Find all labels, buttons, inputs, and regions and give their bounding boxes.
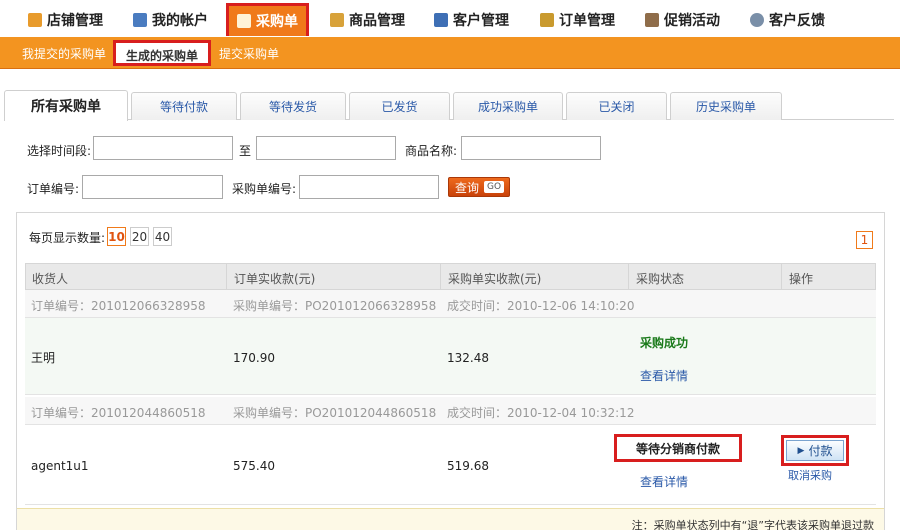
status-tabs: 所有采购单 等待付款 等待发货 已发货 成功采购单 已关闭 历史采购单 <box>4 90 894 121</box>
tab-all[interactable]: 所有采购单 <box>4 90 128 121</box>
start-date-input[interactable] <box>93 136 233 160</box>
pay-button-highlight: ▶ 付款 <box>781 435 849 466</box>
status-success: 采购成功 <box>640 336 689 350</box>
to-label: 至 <box>239 144 252 158</box>
nav-item-goods[interactable]: 商品管理 <box>330 8 405 32</box>
pay-button[interactable]: ▶ 付款 <box>786 440 844 461</box>
page-number[interactable]: 1 <box>856 231 873 249</box>
refund-note: 注：采购单状态列中有“退”字代表该采购单退过款 <box>631 519 874 530</box>
nav-label: 我的帐户 <box>152 13 208 29</box>
perpage-20[interactable]: 20 <box>130 227 149 246</box>
col-order-amount: 订单实收款(元) <box>234 272 316 286</box>
view-detail-link[interactable]: 查看详情 <box>640 367 688 384</box>
product-name-input[interactable] <box>461 136 601 160</box>
receiver: agent1u1 <box>31 459 89 473</box>
go-badge: GO <box>484 181 505 193</box>
nav-label: 店铺管理 <box>47 13 103 29</box>
table-row-meta: 订单编号：201012044860518 采购单编号：PO20101204486… <box>25 397 876 425</box>
goods-icon <box>330 13 344 27</box>
col-divider <box>440 264 441 291</box>
nav-item-customer[interactable]: 客户管理 <box>434 8 509 32</box>
top-nav: 店铺管理 我的帐户 采购单 商品管理 客户管理 订单管理 促销活动 客户反馈 <box>0 0 900 38</box>
po-no-label: 采购单编号: <box>232 182 297 196</box>
perpage-10[interactable]: 10 <box>107 227 126 246</box>
nav-item-purchase-order[interactable]: 采购单 <box>226 3 309 36</box>
purchase-order-icon <box>237 14 251 28</box>
cancel-purchase-link[interactable]: 取消采购 <box>788 467 832 483</box>
note-bar: 注：采购单状态列中有“退”字代表该采购单退过款 <box>17 508 884 530</box>
status-awaiting-payment: 等待分销商付款 <box>614 434 742 462</box>
nav-label: 采购单 <box>256 14 298 30</box>
nav-label: 促销活动 <box>664 13 720 29</box>
nav-item-feedback[interactable]: 客户反馈 <box>750 8 825 32</box>
col-divider <box>226 264 227 291</box>
sub-nav: 我提交的采购单 生成的采购单 提交采购单 <box>0 37 900 69</box>
promotion-icon <box>645 13 659 27</box>
query-button[interactable]: 查询 GO <box>448 177 510 197</box>
col-po-amount: 采购单实收款(元) <box>448 272 542 286</box>
tab-awaiting-shipment[interactable]: 等待发货 <box>240 92 346 120</box>
col-divider <box>781 264 782 291</box>
subnav-my-submitted[interactable]: 我提交的采购单 <box>22 45 106 62</box>
table-row: agent1u1 575.40 519.68 <box>25 425 876 505</box>
order-no: 订单编号：201012066328958 <box>31 299 206 313</box>
nav-label: 客户管理 <box>453 13 509 29</box>
order-no: 订单编号：201012044860518 <box>31 406 206 420</box>
account-icon <box>133 13 147 27</box>
house-icon <box>28 13 42 27</box>
time-range-label: 选择时间段: <box>27 144 92 158</box>
tab-closed[interactable]: 已关闭 <box>566 92 667 120</box>
nav-item-order[interactable]: 订单管理 <box>540 8 615 32</box>
po-amount: 519.68 <box>447 459 489 473</box>
order-no-label: 订单编号: <box>27 182 80 196</box>
subnav-submit[interactable]: 提交采购单 <box>219 45 279 62</box>
perpage-label: 每页显示数量: <box>29 231 106 245</box>
col-status: 采购状态 <box>636 272 685 286</box>
tab-awaiting-payment[interactable]: 等待付款 <box>131 92 237 120</box>
deal-time: 成交时间：2010-12-04 10:32:12 <box>447 406 635 420</box>
tab-history[interactable]: 历史采购单 <box>670 92 782 120</box>
nav-item-promotion[interactable]: 促销活动 <box>645 8 720 32</box>
order-amount: 170.90 <box>233 351 275 365</box>
product-name-label: 商品名称: <box>405 144 458 158</box>
deal-time: 成交时间：2010-12-06 14:10:20 <box>447 299 635 313</box>
nav-label: 客户反馈 <box>769 13 825 29</box>
tab-successful[interactable]: 成功采购单 <box>453 92 563 120</box>
col-divider <box>628 264 629 291</box>
nav-item-account[interactable]: 我的帐户 <box>133 8 208 32</box>
end-date-input[interactable] <box>256 136 396 160</box>
nav-item-shop[interactable]: 店铺管理 <box>28 8 103 32</box>
nav-label: 商品管理 <box>349 13 405 29</box>
tab-shipped[interactable]: 已发货 <box>349 92 450 120</box>
order-no-input[interactable] <box>82 175 223 199</box>
col-action: 操作 <box>789 272 814 286</box>
query-label: 查询 <box>455 180 480 195</box>
po-amount: 132.48 <box>447 351 489 365</box>
po-no: 采购单编号：PO201012044860518 <box>233 406 437 420</box>
table-row-meta: 订单编号：201012066328958 采购单编号：PO20101206632… <box>25 290 876 318</box>
feedback-icon <box>750 13 764 27</box>
col-receiver: 收货人 <box>32 272 69 286</box>
order-amount: 575.40 <box>233 459 275 473</box>
receiver: 王明 <box>31 351 56 365</box>
perpage-40[interactable]: 40 <box>153 227 172 246</box>
nav-label: 订单管理 <box>559 13 615 29</box>
view-detail-link[interactable]: 查看详情 <box>640 473 688 490</box>
pay-label: 付款 <box>808 444 833 458</box>
po-no: 采购单编号：PO201012066328958 <box>233 299 437 313</box>
table-header: 收货人 订单实收款(元) 采购单实收款(元) 采购状态 操作 <box>25 263 876 291</box>
customer-icon <box>434 13 448 27</box>
po-no-input[interactable] <box>299 175 439 199</box>
table-row: 王明 170.90 132.48 <box>25 318 876 395</box>
order-icon <box>540 13 554 27</box>
chevron-right-icon: ▶ <box>797 445 805 456</box>
subnav-generated[interactable]: 生成的采购单 <box>113 40 212 66</box>
